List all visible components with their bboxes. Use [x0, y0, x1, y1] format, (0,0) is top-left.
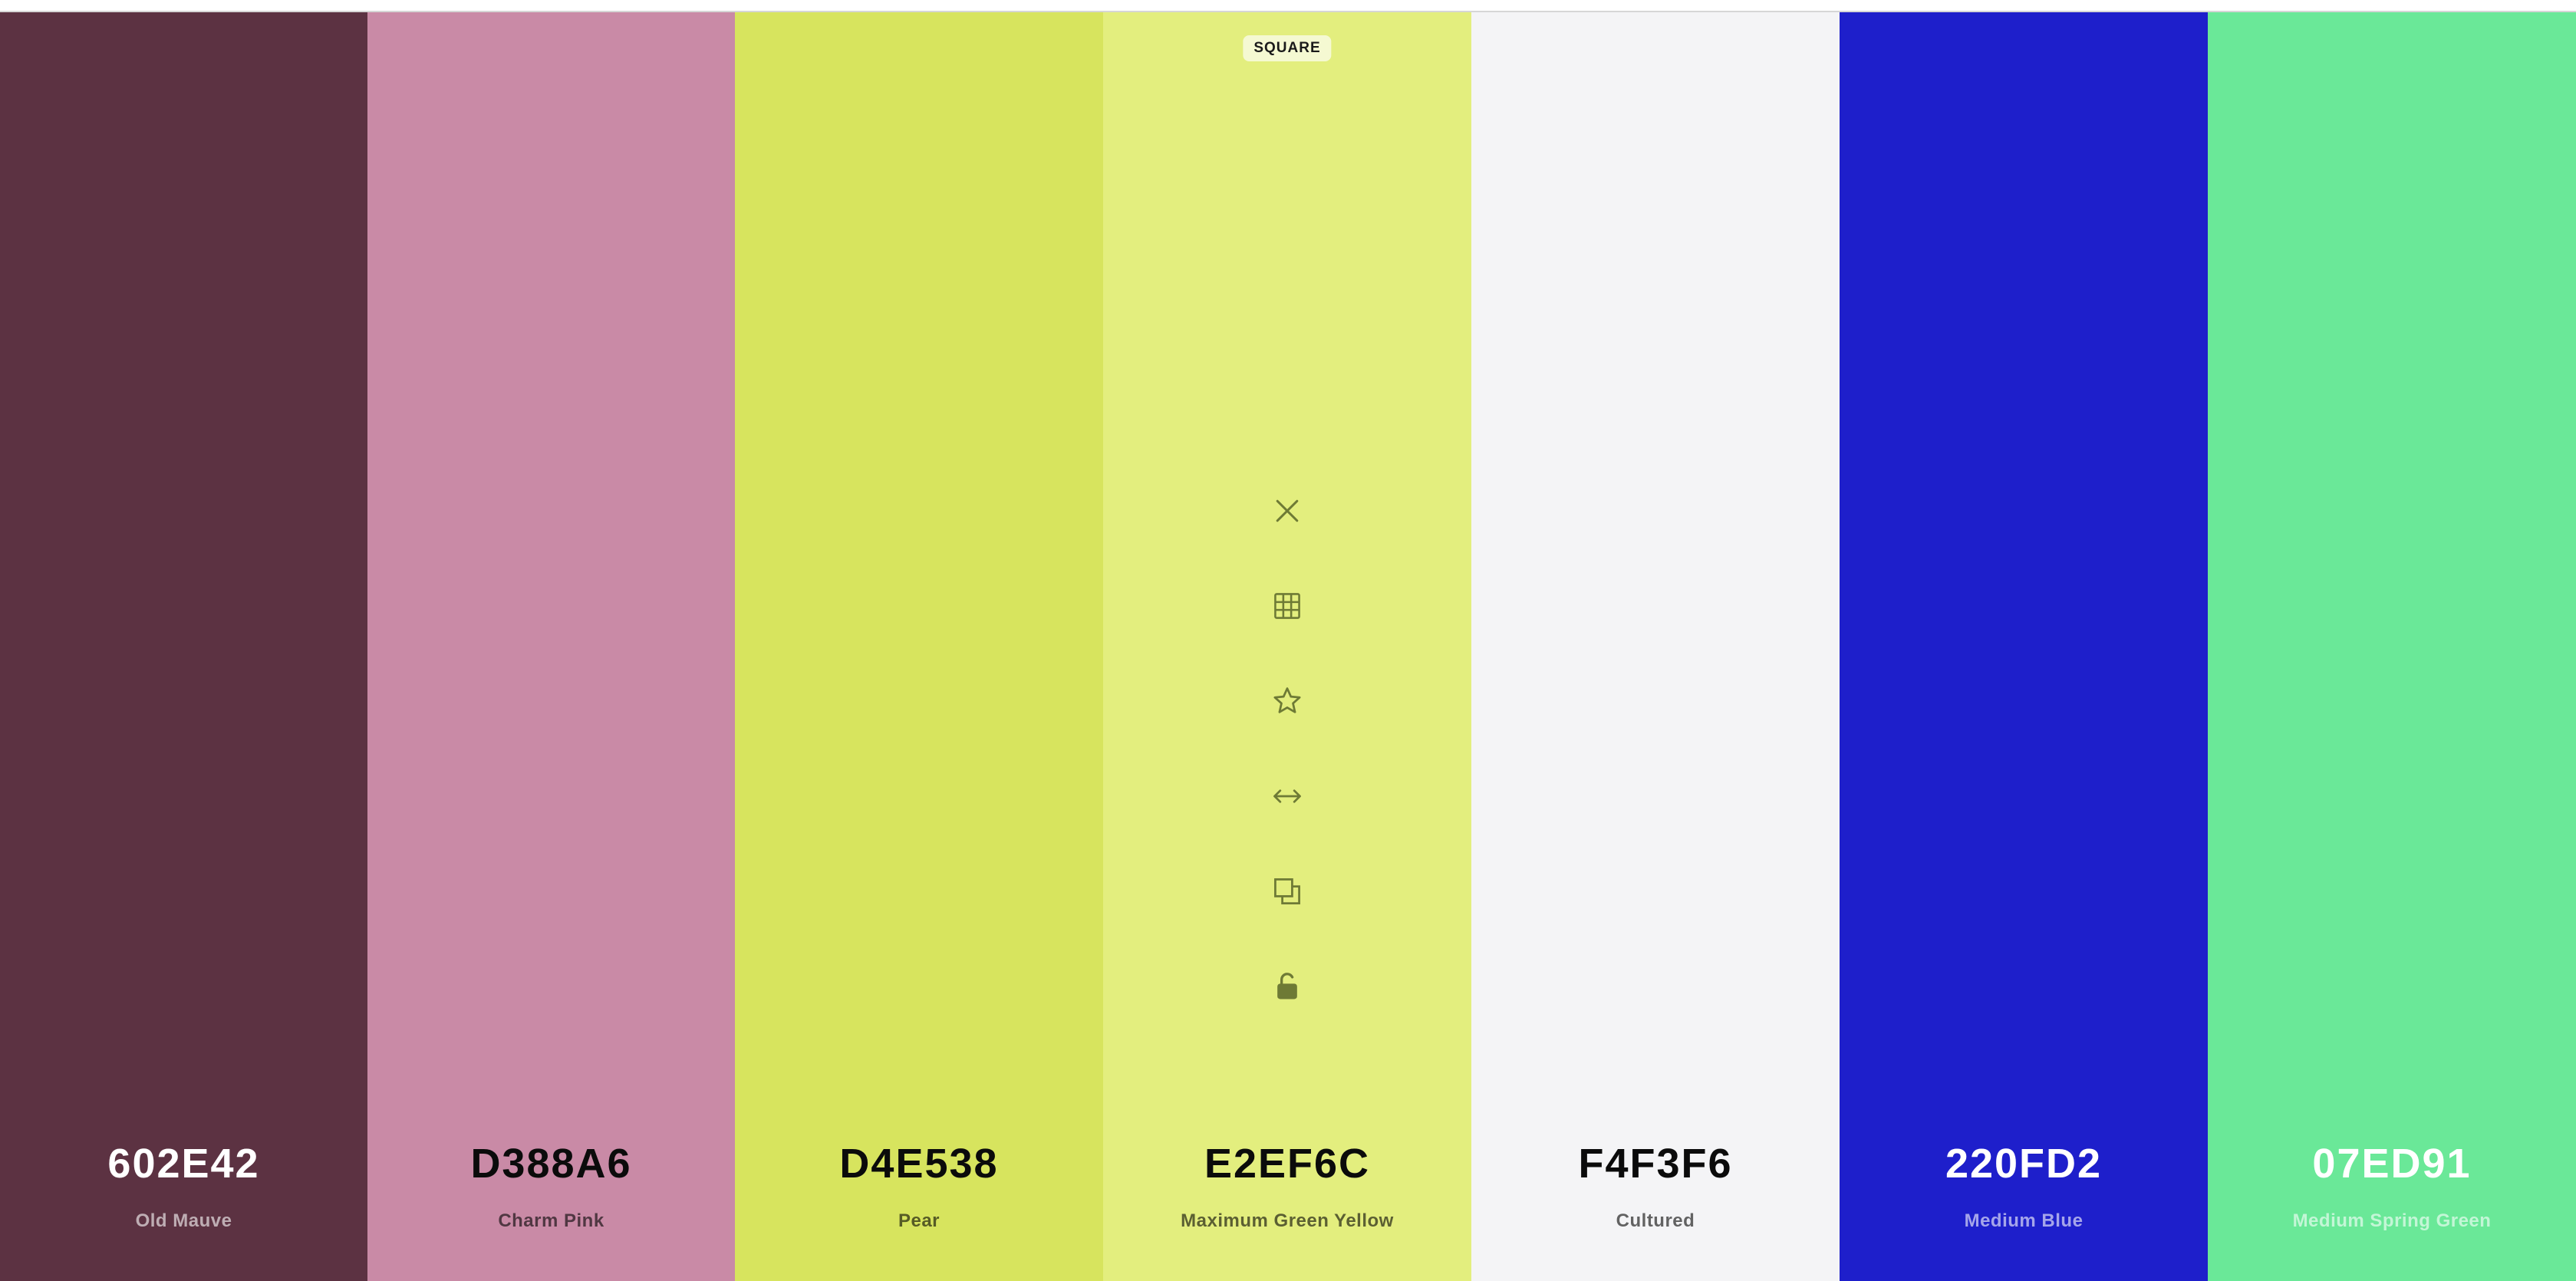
swatch-maximum-green-yellow[interactable]: SQUARE E2EF6C Maximum Green Yellow: [1103, 12, 1471, 1281]
swatch-color-name[interactable]: Pear: [735, 1210, 1103, 1232]
swatch-charm-pink[interactable]: D388A6 Charm Pink: [367, 12, 735, 1281]
favorite-color-button[interactable]: [1264, 678, 1310, 724]
drag-arrows-icon: [1273, 789, 1301, 803]
swatch-color-name[interactable]: Cultured: [1471, 1210, 1840, 1232]
unlock-icon: [1277, 973, 1297, 999]
swatch-hex-code[interactable]: F4F3F6: [1471, 1140, 1840, 1187]
top-border: [0, 0, 2576, 12]
grid-icon: [1274, 593, 1300, 619]
swatch-hex-code[interactable]: 220FD2: [1840, 1140, 2208, 1187]
color-palette: 602E42 Old Mauve D388A6 Charm Pink D4E53…: [0, 12, 2576, 1281]
remove-color-button[interactable]: [1264, 488, 1310, 534]
copy-icon: [1274, 878, 1300, 904]
swatch-color-name[interactable]: Medium Spring Green: [2208, 1210, 2576, 1232]
swatch-toolbar: [1257, 488, 1318, 1059]
swatch-color-name[interactable]: Charm Pink: [367, 1210, 735, 1232]
swatch-medium-blue[interactable]: 220FD2 Medium Blue: [1840, 12, 2208, 1281]
swatch-hex-code[interactable]: 602E42: [0, 1140, 367, 1187]
swatch-hex-code[interactable]: E2EF6C: [1103, 1140, 1471, 1187]
drag-color-button[interactable]: [1264, 773, 1310, 819]
close-icon: [1276, 499, 1299, 522]
swatch-hex-code[interactable]: D388A6: [367, 1140, 735, 1187]
swatch-medium-spring-green[interactable]: 07ED91 Medium Spring Green: [2208, 12, 2576, 1281]
swatch-hex-code[interactable]: 07ED91: [2208, 1140, 2576, 1187]
square-badge: SQUARE: [1243, 35, 1332, 61]
swatch-hex-code[interactable]: D4E538: [735, 1140, 1103, 1187]
swatch-pear[interactable]: D4E538 Pear: [735, 12, 1103, 1281]
star-icon: [1273, 687, 1301, 713]
swatch-color-name[interactable]: Old Mauve: [0, 1210, 367, 1232]
swatch-old-mauve[interactable]: 602E42 Old Mauve: [0, 12, 367, 1281]
lock-color-button[interactable]: [1264, 963, 1310, 1009]
copy-color-button[interactable]: [1264, 868, 1310, 914]
swatch-cultured[interactable]: F4F3F6 Cultured: [1471, 12, 1840, 1281]
swatch-color-name[interactable]: Maximum Green Yellow: [1103, 1210, 1471, 1232]
view-shades-button[interactable]: [1264, 583, 1310, 629]
swatch-color-name[interactable]: Medium Blue: [1840, 1210, 2208, 1232]
